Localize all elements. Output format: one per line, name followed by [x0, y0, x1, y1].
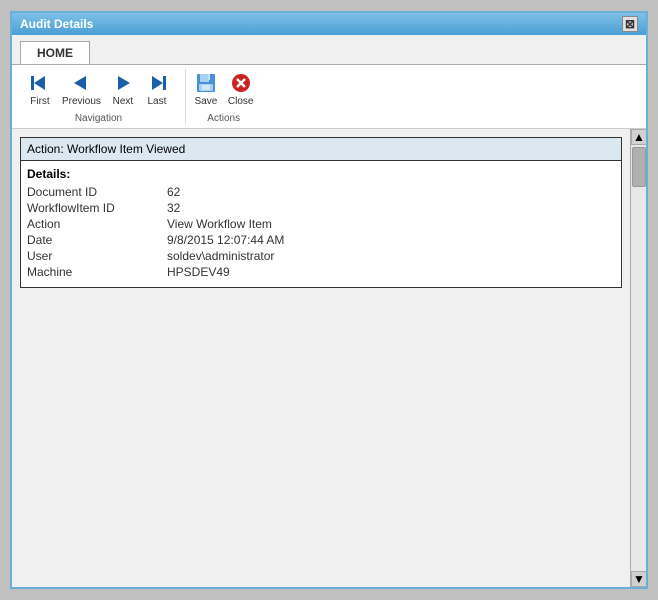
detail-row: ActionView Workflow Item	[27, 217, 615, 231]
detail-label: Action	[27, 217, 167, 231]
save-button[interactable]: Save	[190, 69, 222, 109]
navigation-group-label: Navigation	[75, 113, 122, 124]
detail-label: Date	[27, 233, 167, 247]
previous-icon	[69, 71, 93, 95]
ribbon: First Previous	[12, 65, 646, 129]
window-close-icon: ⊠	[625, 17, 635, 31]
first-label: First	[30, 96, 49, 107]
last-icon	[145, 71, 169, 95]
save-icon	[194, 71, 218, 95]
close-button[interactable]: Close	[224, 69, 258, 109]
detail-row: Document ID62	[27, 185, 615, 199]
detail-value: soldev\administrator	[167, 249, 274, 263]
detail-value: View Workflow Item	[167, 217, 272, 231]
detail-rows: Document ID62WorkflowItem ID32ActionView…	[27, 185, 615, 279]
scrollbar: ▲ ▼	[630, 129, 646, 587]
detail-row: MachineHPSDEV49	[27, 265, 615, 279]
detail-label: WorkflowItem ID	[27, 201, 167, 215]
detail-value: 9/8/2015 12:07:44 AM	[167, 233, 284, 247]
next-icon	[111, 71, 135, 95]
scroll-thumb[interactable]	[632, 147, 646, 187]
detail-label: Machine	[27, 265, 167, 279]
detail-label: Document ID	[27, 185, 167, 199]
previous-button[interactable]: Previous	[58, 69, 105, 109]
audit-details-window: Audit Details ⊠ HOME	[10, 11, 648, 589]
detail-value: 32	[167, 201, 180, 215]
last-label: Last	[147, 96, 166, 107]
scroll-up-button[interactable]: ▲	[631, 129, 646, 145]
ribbon-navigation-group: First Previous	[20, 69, 186, 124]
actions-group-label: Actions	[207, 113, 240, 124]
detail-row: Date9/8/2015 12:07:44 AM	[27, 233, 615, 247]
window-title: Audit Details	[20, 17, 93, 31]
action-label: Action:	[27, 142, 64, 156]
content-area: HOME First	[12, 35, 646, 587]
action-value: Workflow Item Viewed	[67, 142, 185, 156]
scroll-down-icon: ▼	[633, 572, 645, 586]
title-bar: Audit Details ⊠	[12, 13, 646, 35]
detail-value: HPSDEV49	[167, 265, 230, 279]
last-button[interactable]: Last	[141, 69, 173, 109]
scroll-track	[631, 145, 646, 571]
next-label: Next	[113, 96, 134, 107]
scroll-up-icon: ▲	[633, 130, 645, 144]
detail-row: Usersoldev\administrator	[27, 249, 615, 263]
previous-label: Previous	[62, 96, 101, 107]
detail-row: WorkflowItem ID32	[27, 201, 615, 215]
body-area: Action: Workflow Item Viewed Details: Do…	[12, 129, 646, 587]
ribbon-actions-group: Save Close Actions	[186, 69, 270, 124]
tab-home[interactable]: HOME	[20, 41, 90, 64]
action-buttons: Save Close	[190, 69, 258, 109]
details-header: Details:	[27, 167, 615, 181]
close-label: Close	[228, 96, 254, 107]
save-label: Save	[195, 96, 218, 107]
next-button[interactable]: Next	[107, 69, 139, 109]
detail-label: User	[27, 249, 167, 263]
main-content: Action: Workflow Item Viewed Details: Do…	[12, 129, 630, 587]
window-close-button[interactable]: ⊠	[622, 16, 638, 32]
scroll-down-button[interactable]: ▼	[631, 571, 646, 587]
detail-value: 62	[167, 185, 180, 199]
first-button[interactable]: First	[24, 69, 56, 109]
audit-action-row: Action: Workflow Item Viewed	[21, 138, 622, 161]
tab-strip: HOME	[12, 35, 646, 65]
close-icon	[229, 71, 253, 95]
details-section: Details: Document ID62WorkflowItem ID32A…	[21, 161, 622, 288]
first-icon	[28, 71, 52, 95]
navigation-buttons: First Previous	[24, 69, 173, 109]
audit-table: Action: Workflow Item Viewed Details: Do…	[20, 137, 622, 288]
